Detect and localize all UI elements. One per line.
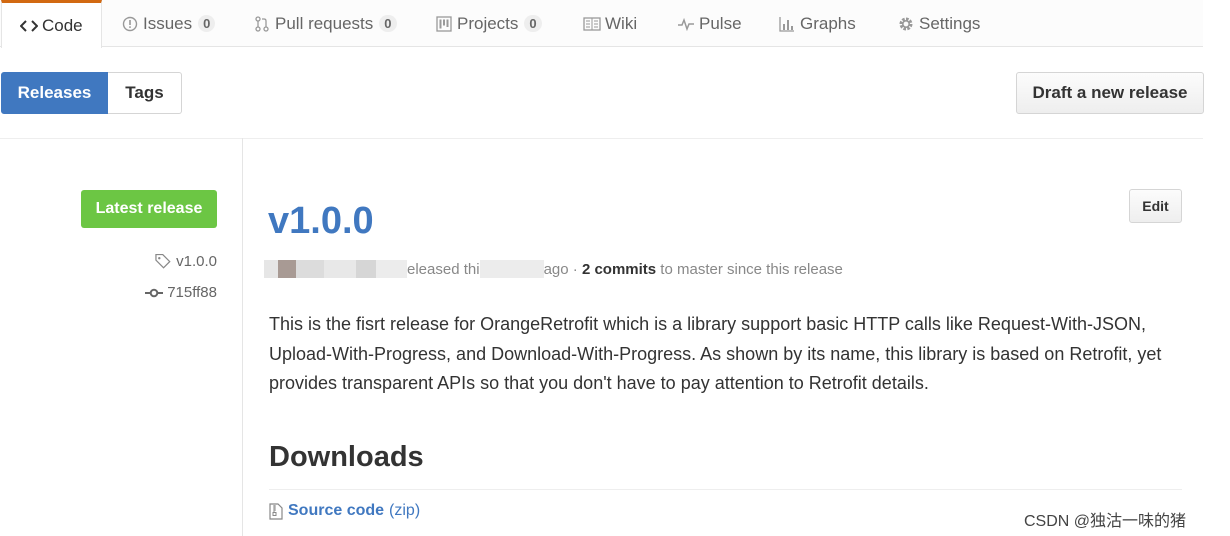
tab-label: Pulse — [699, 13, 742, 33]
tags-tab[interactable]: Tags — [108, 72, 182, 114]
tab-wiki[interactable]: Wiki — [583, 0, 637, 47]
release-commit-text: 715ff88 — [167, 284, 217, 301]
project-icon — [435, 15, 453, 33]
tab-label: Code — [42, 15, 83, 35]
issue-icon — [121, 15, 139, 33]
meta-tail-text: to master since this release — [656, 260, 843, 278]
pulse-icon — [677, 15, 695, 33]
projects-counter: 0 — [524, 15, 542, 32]
blurred-time — [479, 260, 544, 278]
pull-requests-counter: 0 — [379, 15, 397, 32]
releases-tab[interactable]: Releases — [1, 72, 108, 114]
tab-label: Pull requests — [275, 13, 374, 33]
ago-text: ago — [543, 260, 569, 278]
downloads-heading: Downloads — [269, 441, 424, 473]
tab-settings[interactable]: Settings — [897, 0, 980, 47]
book-icon — [583, 15, 601, 33]
code-icon — [20, 17, 38, 35]
released-text: eleased thi — [407, 260, 480, 278]
tab-label: Projects — [457, 13, 519, 33]
releases-tags-toggle: Releases Tags — [1, 72, 182, 114]
issues-counter: 0 — [198, 15, 216, 32]
release-title[interactable]: v1.0.0 — [268, 198, 374, 244]
repo-nav: Code Issues 0 Pull requests 0 Projects 0… — [0, 0, 1203, 48]
tab-issues[interactable]: Issues 0 — [121, 0, 216, 47]
tab-pull-requests[interactable]: Pull requests 0 — [253, 0, 397, 47]
tab-graphs[interactable]: Graphs — [778, 0, 856, 47]
draft-new-release-button[interactable]: Draft a new release — [1016, 72, 1204, 114]
commit-icon — [145, 288, 164, 298]
pull-request-icon — [253, 15, 271, 33]
tab-projects[interactable]: Projects 0 — [435, 0, 542, 47]
graph-icon — [778, 15, 796, 33]
section-divider — [0, 138, 1203, 139]
tab-label: Settings — [919, 13, 981, 33]
release-meta: eleased thi ago · 2 commits to master si… — [264, 258, 843, 280]
edit-release-button[interactable]: Edit — [1129, 189, 1182, 223]
source-code-download[interactable]: Source code (zip) — [269, 502, 420, 520]
downloads-divider — [269, 489, 1182, 490]
file-zip-icon — [269, 502, 283, 520]
tab-label: Wiki — [605, 13, 638, 33]
gear-icon — [897, 15, 915, 33]
latest-release-badge: Latest release — [81, 190, 217, 228]
meta-separator: · — [568, 260, 582, 278]
source-code-link[interactable]: Source code — [288, 502, 384, 520]
zip-link[interactable]: (zip) — [389, 502, 420, 520]
tag-icon — [155, 254, 172, 269]
tab-pulse[interactable]: Pulse — [677, 0, 742, 47]
timeline-divider — [242, 138, 243, 536]
release-tag-link[interactable]: v1.0.0 — [155, 253, 217, 270]
commits-link[interactable]: 2 commits — [582, 261, 656, 278]
release-tag-text: v1.0.0 — [176, 253, 217, 270]
tab-code[interactable]: Code — [1, 0, 102, 48]
blurred-author — [264, 260, 407, 278]
release-commit-link[interactable]: 715ff88 — [145, 284, 217, 301]
tab-label: Issues — [143, 13, 193, 33]
watermark-text: CSDN @独沽一味的猪 — [1024, 513, 1187, 530]
release-description: This is the fisrt release for OrangeRetr… — [269, 314, 1162, 393]
tab-label: Graphs — [800, 13, 856, 33]
